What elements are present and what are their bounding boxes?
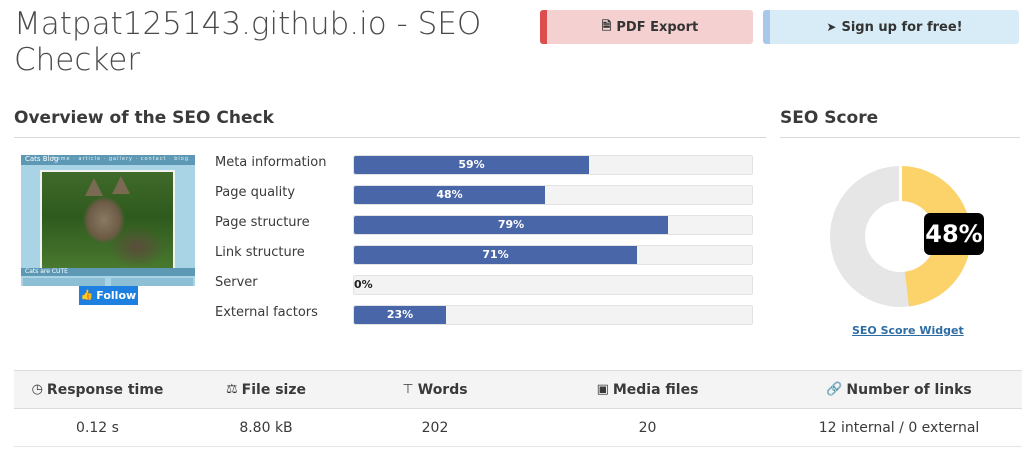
stats-header-row: ◷ Response time ⚖ File size ⊤ Words ▣ Media …: [14, 370, 1022, 409]
seo-score-heading: SEO Score: [780, 108, 1020, 138]
thumbnail-section-label: Cats are CUTE: [21, 268, 195, 276]
metric-bar-track: 48%: [353, 185, 753, 205]
gauge-icon: ◷: [31, 382, 43, 397]
page-title: Matpat125143.github.io - SEO Checker: [14, 6, 482, 78]
metric-bar-track: 79%: [353, 215, 753, 235]
cat-photo: [40, 170, 175, 273]
metric-bar-track: 59%: [353, 155, 753, 175]
metric-percent: 23%: [386, 308, 414, 321]
arrow-circle-right-icon: ➤: [826, 20, 837, 34]
thumbs-up-icon: 👍: [80, 290, 94, 301]
metric-label: Server: [215, 275, 258, 290]
stats-header-file-size: ⚖ File size: [226, 381, 306, 398]
facebook-follow-button[interactable]: 👍 Follow: [79, 286, 138, 305]
stats-header-response-time: ◷ Response time: [31, 381, 164, 398]
metric-label: Page quality: [215, 185, 296, 200]
stats-value-row: 0.12 s 8.80 kB 202 20 12 internal / 0 ex…: [14, 409, 1022, 447]
seo-score-value: 48%: [924, 213, 984, 255]
metric-percent: 71%: [482, 248, 509, 261]
file-pdf-icon: 🗎: [601, 18, 612, 33]
media-files-value: 20: [638, 419, 657, 436]
stats-header-media-files: ▣ Media files: [596, 381, 699, 398]
metric-label: Link structure: [215, 245, 305, 260]
metric-label: Page structure: [215, 215, 310, 230]
number-of-links-value: 12 internal / 0 external: [818, 419, 980, 436]
link-icon: 🔗: [826, 382, 843, 397]
stats-header-words: ⊤ Words: [402, 381, 468, 398]
image-icon: ▣: [596, 382, 609, 397]
metric-percent: 79%: [497, 218, 525, 231]
thumbnail-card: [23, 278, 105, 286]
metric-percent: 0%: [354, 278, 373, 291]
metric-bar-track: 0%: [353, 275, 753, 295]
website-screenshot-thumbnail: Cats Blog home · article · gallery · con…: [21, 155, 195, 286]
metric-bar-track: 71%: [353, 245, 753, 265]
overview-heading: Overview of the SEO Check: [14, 108, 766, 138]
pdf-export-button[interactable]: 🗎 PDF Export: [540, 10, 753, 44]
metric-bar-track: 23%: [353, 305, 753, 325]
text-height-icon: ⊤: [402, 382, 414, 397]
file-size-value: 8.80 kB: [239, 419, 293, 436]
pdf-export-label: PDF Export: [616, 19, 699, 35]
signup-label: Sign up for free!: [841, 19, 963, 35]
cat-ear-right: [112, 176, 130, 194]
thumbnail-card: [111, 278, 193, 286]
stats-table: ◷ Response time ⚖ File size ⊤ Words ▣ Media …: [14, 370, 1022, 447]
metric-label: Meta information: [215, 155, 327, 170]
metric-label: External factors: [215, 305, 318, 320]
stats-header-links: 🔗 Number of links: [826, 381, 972, 398]
thumbnail-nav: home · article · gallery · contact · blo…: [52, 156, 189, 162]
cat-ear-left: [85, 178, 103, 196]
metric-percent: 59%: [458, 158, 485, 171]
signup-button[interactable]: ➤ Sign up for free!: [763, 10, 1019, 44]
response-time-value: 0.12 s: [76, 419, 119, 436]
balance-scale-icon: ⚖: [226, 382, 238, 397]
seo-score-widget-link[interactable]: SEO Score Widget: [852, 324, 964, 337]
follow-label: Follow: [96, 289, 137, 302]
word-count-value: 202: [421, 419, 449, 436]
metric-percent: 48%: [436, 188, 463, 201]
